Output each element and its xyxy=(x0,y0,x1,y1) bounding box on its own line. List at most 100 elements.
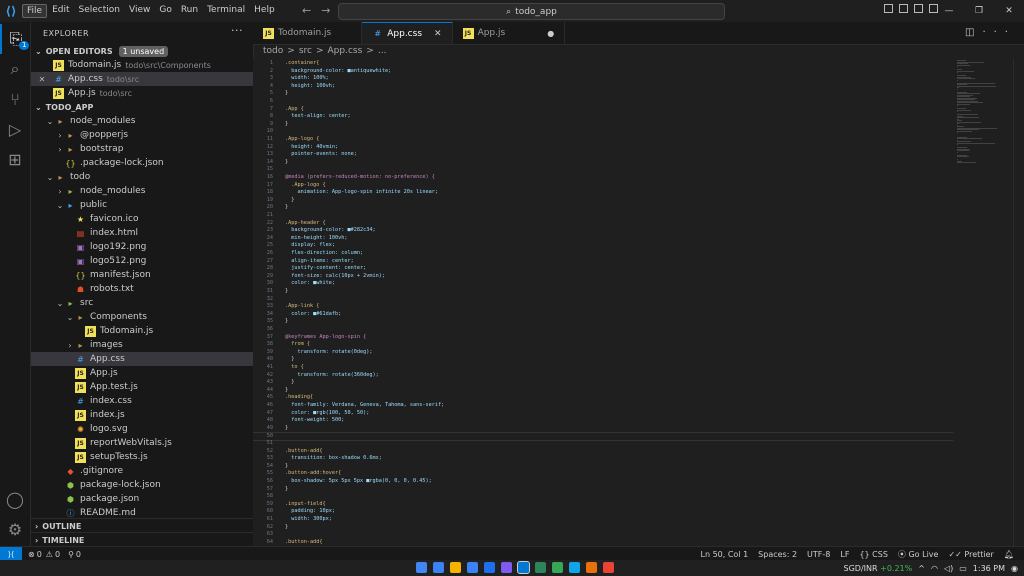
menu-item-selection[interactable]: Selection xyxy=(75,4,124,18)
tree-item[interactable]: ▤ index.html xyxy=(31,226,253,240)
taskbar-app-icon[interactable] xyxy=(535,562,546,573)
go-live-button[interactable]: ⦿ Go Live xyxy=(898,549,939,560)
taskbar-app-icon[interactable] xyxy=(603,562,614,573)
breadcrumb-item[interactable]: App.css xyxy=(328,46,363,56)
cursor-position[interactable]: Ln 50, Col 1 xyxy=(701,550,749,559)
taskbar-app-icon[interactable] xyxy=(552,562,563,573)
unsaved-dot-icon[interactable]: ● xyxy=(547,29,554,38)
tab-todomain-js[interactable]: JS Todomain.js xyxy=(253,22,363,44)
ports-count[interactable]: 0 xyxy=(76,550,81,559)
language-mode[interactable]: {} CSS xyxy=(859,550,887,559)
tab-app-css[interactable]: # App.css ✕ xyxy=(362,22,453,44)
tree-item[interactable]: ⌄ ▸ public xyxy=(31,198,253,212)
taskbar-app-icon[interactable] xyxy=(433,562,444,573)
warnings-icon[interactable]: ⚠ xyxy=(46,550,53,559)
indentation[interactable]: Spaces: 2 xyxy=(758,550,797,559)
split-editor-icon[interactable]: ◫ xyxy=(965,27,982,38)
taskbar-app-icon[interactable] xyxy=(484,562,495,573)
source-control-icon[interactable]: ⑂ xyxy=(0,84,30,114)
timeline-header[interactable]: › TIMELINE xyxy=(31,532,253,546)
tree-item[interactable]: › ▸ node_modules xyxy=(31,184,253,198)
tree-item[interactable]: › ▸ @popperjs xyxy=(31,128,253,142)
minimize-icon[interactable]: — xyxy=(934,0,964,22)
code-editor[interactable]: 1 .container{2 background-color: ■antique… xyxy=(253,58,953,546)
tree-item[interactable]: › ▸ bootstrap xyxy=(31,142,253,156)
breadcrumb-item[interactable]: src xyxy=(299,46,312,56)
more-actions-icon[interactable]: ··· xyxy=(982,27,1016,38)
errors-count[interactable]: 0 xyxy=(37,550,42,559)
clock[interactable]: 1:36 PM xyxy=(973,564,1005,573)
tree-item[interactable]: ◆ .gitignore xyxy=(31,464,253,478)
menu-item-terminal[interactable]: Terminal xyxy=(203,4,249,18)
encoding[interactable]: UTF-8 xyxy=(807,550,830,559)
notifications-icon[interactable]: 🔔︎ xyxy=(1004,550,1014,559)
tree-item[interactable]: JS setupTests.js xyxy=(31,450,253,464)
tree-item[interactable]: ▣ logo192.png xyxy=(31,240,253,254)
tree-item[interactable]: # index.css xyxy=(31,394,253,408)
tree-item[interactable]: ☗ robots.txt xyxy=(31,282,253,296)
project-header[interactable]: ⌄ TODO_APP xyxy=(31,100,253,114)
tree-item[interactable]: ▣ logo512.png xyxy=(31,254,253,268)
open-editors-header[interactable]: ⌄ OPEN EDITORS 1 unsaved xyxy=(31,44,253,58)
menu-item-edit[interactable]: Edit xyxy=(48,4,73,18)
run-debug-icon[interactable]: ▷ xyxy=(0,114,30,144)
taskbar-app-icon[interactable] xyxy=(501,562,512,573)
more-actions-icon[interactable]: ··· xyxy=(231,24,243,37)
menu-item-run[interactable]: Run xyxy=(177,4,202,18)
tree-item[interactable]: › ▸ images xyxy=(31,338,253,352)
maximize-icon[interactable]: ❐ xyxy=(964,0,994,22)
errors-icon[interactable]: ⊗ xyxy=(28,550,35,559)
tree-item[interactable]: ✺ logo.svg xyxy=(31,422,253,436)
explorer-icon[interactable]: ⎘ 1 xyxy=(0,24,30,54)
taskbar-app-icon[interactable] xyxy=(450,562,461,573)
ports-icon[interactable]: ⚲ xyxy=(68,550,74,559)
tree-item[interactable]: JS Todomain.js xyxy=(31,324,253,338)
toggle-secondary-sidebar-icon[interactable] xyxy=(914,4,923,13)
toggle-sidebar-icon[interactable] xyxy=(884,4,893,13)
notification-center-icon[interactable]: ◉ xyxy=(1011,564,1018,573)
toggle-panel-icon[interactable] xyxy=(899,4,908,13)
taskbar-app-icon[interactable] xyxy=(517,561,530,574)
tree-item[interactable]: JS App.test.js xyxy=(31,380,253,394)
open-editor-item[interactable]: ✕ # App.css todo\src xyxy=(31,72,253,86)
close-icon[interactable]: ✕ xyxy=(434,29,442,39)
minimap[interactable] xyxy=(953,58,1013,546)
settings-gear-icon[interactable]: ⚙ xyxy=(0,514,30,544)
account-icon[interactable]: ◯ xyxy=(0,484,30,514)
tree-item[interactable]: ⬢ package-lock.json xyxy=(31,478,253,492)
taskbar-app-icon[interactable] xyxy=(569,562,580,573)
menu-item-help[interactable]: Help xyxy=(250,4,279,18)
tree-item[interactable]: ⌄ ▸ node_modules xyxy=(31,114,253,128)
close-window-icon[interactable]: ✕ xyxy=(994,0,1024,22)
outline-header[interactable]: › OUTLINE xyxy=(31,518,253,533)
battery-icon[interactable]: ▭ xyxy=(959,564,967,573)
tree-item[interactable]: # App.css xyxy=(31,352,253,366)
tree-item[interactable]: ⌄ ▸ Components xyxy=(31,310,253,324)
tree-item[interactable]: {} manifest.json xyxy=(31,268,253,282)
nav-arrows[interactable]: ←→ xyxy=(302,4,340,17)
prettier-status[interactable]: ✓✓ Prettier xyxy=(948,550,993,559)
currency-ticker[interactable]: SGD/INR +0.21% xyxy=(844,564,913,573)
tree-item[interactable]: ⌄ ▸ src xyxy=(31,296,253,310)
menu-item-file[interactable]: File xyxy=(22,4,48,18)
volume-icon[interactable]: ◁) xyxy=(944,564,953,573)
tab-app-js[interactable]: JS App.js ● xyxy=(453,22,566,44)
taskbar-app-icon[interactable] xyxy=(586,562,597,573)
breadcrumb-item[interactable]: todo xyxy=(263,46,283,56)
chevron-up-icon[interactable]: ^ xyxy=(918,564,925,573)
remote-icon[interactable]: ⟩⟨ xyxy=(0,547,22,561)
extensions-icon[interactable]: ⊞ xyxy=(0,144,30,174)
tree-item[interactable]: JS App.js xyxy=(31,366,253,380)
wifi-icon[interactable]: ◠ xyxy=(931,564,938,573)
tree-item[interactable]: JS reportWebVitals.js xyxy=(31,436,253,450)
editor-scrollbar[interactable] xyxy=(1013,58,1024,546)
tree-item[interactable]: ⌄ ▸ todo xyxy=(31,170,253,184)
open-editor-item[interactable]: JS Todomain.js todo\src\Components xyxy=(31,58,253,72)
end-of-line[interactable]: LF xyxy=(840,550,849,559)
search-view-icon[interactable]: ⌕ xyxy=(0,54,30,84)
breadcrumb-item[interactable]: ... xyxy=(378,46,387,56)
tree-item[interactable]: JS index.js xyxy=(31,408,253,422)
tree-item[interactable]: ★ favicon.ico xyxy=(31,212,253,226)
menu-item-go[interactable]: Go xyxy=(155,4,175,18)
menu-item-view[interactable]: View xyxy=(125,4,154,18)
